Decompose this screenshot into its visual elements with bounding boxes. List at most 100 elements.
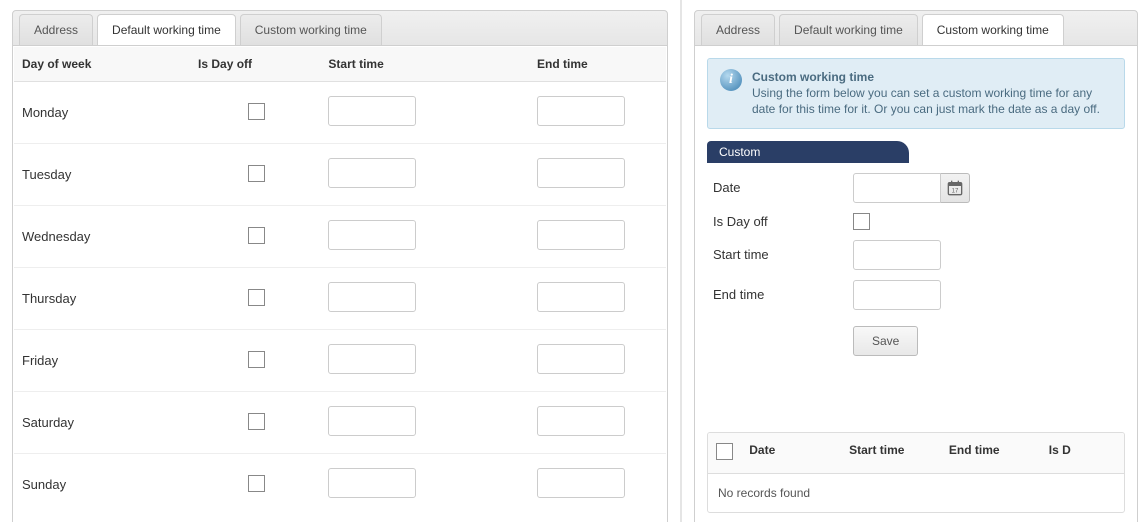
start-time-input[interactable] bbox=[328, 220, 416, 250]
end-time-cell bbox=[529, 268, 666, 330]
table-row: Thursday bbox=[14, 268, 666, 330]
start-time-cell bbox=[320, 392, 529, 454]
end-time-input[interactable] bbox=[537, 406, 625, 436]
records-select-all-checkbox[interactable] bbox=[716, 443, 733, 460]
day-name: Wednesday bbox=[14, 206, 190, 268]
end-time-cell bbox=[529, 144, 666, 206]
table-row: Sunday bbox=[14, 454, 666, 516]
table-row: Tuesday bbox=[14, 144, 666, 206]
end-time-input[interactable] bbox=[537, 282, 625, 312]
end-time-label: End time bbox=[713, 287, 853, 302]
info-title: Custom working time bbox=[752, 69, 1112, 85]
day-off-checkbox[interactable] bbox=[248, 351, 265, 368]
is-day-off-label: Is Day off bbox=[713, 214, 853, 229]
date-label: Date bbox=[713, 180, 853, 195]
col-start: Start time bbox=[320, 47, 529, 82]
save-button-custom[interactable]: Save bbox=[853, 326, 918, 356]
day-name: Sunday bbox=[14, 454, 190, 516]
day-name: Friday bbox=[14, 330, 190, 392]
custom-working-time-pane: i Custom working time Using the form bel… bbox=[694, 46, 1138, 522]
day-off-checkbox[interactable] bbox=[248, 103, 265, 120]
start-time-field[interactable] bbox=[853, 240, 941, 270]
records-col-start: Start time bbox=[841, 433, 941, 473]
start-time-input[interactable] bbox=[328, 406, 416, 436]
end-time-cell bbox=[529, 206, 666, 268]
group-title: Custom bbox=[707, 141, 909, 163]
day-off-cell bbox=[190, 330, 320, 392]
end-time-input[interactable] bbox=[537, 468, 625, 498]
end-time-input[interactable] bbox=[537, 344, 625, 374]
info-text: Custom working time Using the form below… bbox=[752, 69, 1112, 118]
end-time-input[interactable] bbox=[537, 158, 625, 188]
start-time-input[interactable] bbox=[328, 282, 416, 312]
default-working-time-pane: Day of week Is Day off Start time End ti… bbox=[12, 46, 668, 522]
tabstrip-right: Address Default working time Custom work… bbox=[694, 10, 1138, 46]
end-time-input[interactable] bbox=[537, 96, 625, 126]
day-off-cell bbox=[190, 206, 320, 268]
tab-address-right[interactable]: Address bbox=[701, 14, 775, 45]
date-field[interactable] bbox=[853, 173, 941, 203]
custom-working-time-panel: Address Default working time Custom work… bbox=[680, 0, 1140, 522]
svg-text:17: 17 bbox=[952, 188, 959, 194]
day-off-cell bbox=[190, 392, 320, 454]
records-col-select bbox=[708, 433, 741, 473]
records-col-end: End time bbox=[941, 433, 1041, 473]
table-row: Wednesday bbox=[14, 206, 666, 268]
end-time-cell bbox=[529, 454, 666, 516]
start-time-cell bbox=[320, 268, 529, 330]
records-header: Date Start time End time Is D bbox=[708, 433, 1124, 474]
is-day-off-checkbox[interactable] bbox=[853, 213, 870, 230]
start-time-input[interactable] bbox=[328, 344, 416, 374]
info-body: Using the form below you can set a custo… bbox=[752, 86, 1100, 116]
day-off-checkbox[interactable] bbox=[248, 475, 265, 492]
records-col-off: Is D bbox=[1041, 433, 1124, 473]
day-name: Thursday bbox=[14, 268, 190, 330]
records-col-date: Date bbox=[741, 433, 841, 473]
table-row: Saturday bbox=[14, 392, 666, 454]
day-off-cell bbox=[190, 144, 320, 206]
day-off-cell bbox=[190, 454, 320, 516]
info-icon: i bbox=[720, 69, 742, 91]
day-name: Monday bbox=[14, 82, 190, 144]
start-time-input[interactable] bbox=[328, 158, 416, 188]
custom-group: Custom Date 17 bbox=[707, 141, 1125, 362]
tab-custom-right[interactable]: Custom working time bbox=[922, 14, 1064, 46]
tab-address-left[interactable]: Address bbox=[19, 14, 93, 45]
start-time-cell bbox=[320, 82, 529, 144]
records-grid: Date Start time End time Is D No records… bbox=[707, 432, 1125, 513]
end-time-field[interactable] bbox=[853, 280, 941, 310]
col-off: Is Day off bbox=[190, 47, 320, 82]
records-empty-text: No records found bbox=[708, 474, 1124, 512]
day-off-checkbox[interactable] bbox=[248, 165, 265, 182]
start-time-cell bbox=[320, 330, 529, 392]
day-off-checkbox[interactable] bbox=[248, 289, 265, 306]
col-end: End time bbox=[529, 47, 666, 82]
end-time-cell bbox=[529, 330, 666, 392]
start-time-label: Start time bbox=[713, 247, 853, 262]
day-name: Saturday bbox=[14, 392, 190, 454]
start-time-cell bbox=[320, 206, 529, 268]
day-name: Tuesday bbox=[14, 144, 190, 206]
day-off-checkbox[interactable] bbox=[248, 227, 265, 244]
day-off-cell bbox=[190, 268, 320, 330]
tab-custom-left[interactable]: Custom working time bbox=[240, 14, 382, 45]
info-box: i Custom working time Using the form bel… bbox=[707, 58, 1125, 129]
start-time-cell bbox=[320, 454, 529, 516]
table-row: Friday bbox=[14, 330, 666, 392]
start-time-cell bbox=[320, 144, 529, 206]
table-row: Monday bbox=[14, 82, 666, 144]
tabstrip-left: Address Default working time Custom work… bbox=[12, 10, 668, 46]
tab-default-left[interactable]: Default working time bbox=[97, 14, 236, 46]
day-off-cell bbox=[190, 82, 320, 144]
end-time-input[interactable] bbox=[537, 220, 625, 250]
tab-default-right[interactable]: Default working time bbox=[779, 14, 918, 45]
col-day: Day of week bbox=[14, 47, 190, 82]
end-time-cell bbox=[529, 82, 666, 144]
default-hours-table: Day of week Is Day off Start time End ti… bbox=[14, 47, 666, 515]
start-time-input[interactable] bbox=[328, 96, 416, 126]
default-working-time-panel: Address Default working time Custom work… bbox=[0, 0, 680, 522]
start-time-input[interactable] bbox=[328, 468, 416, 498]
end-time-cell bbox=[529, 392, 666, 454]
day-off-checkbox[interactable] bbox=[248, 413, 265, 430]
date-picker-button[interactable]: 17 bbox=[941, 173, 970, 203]
